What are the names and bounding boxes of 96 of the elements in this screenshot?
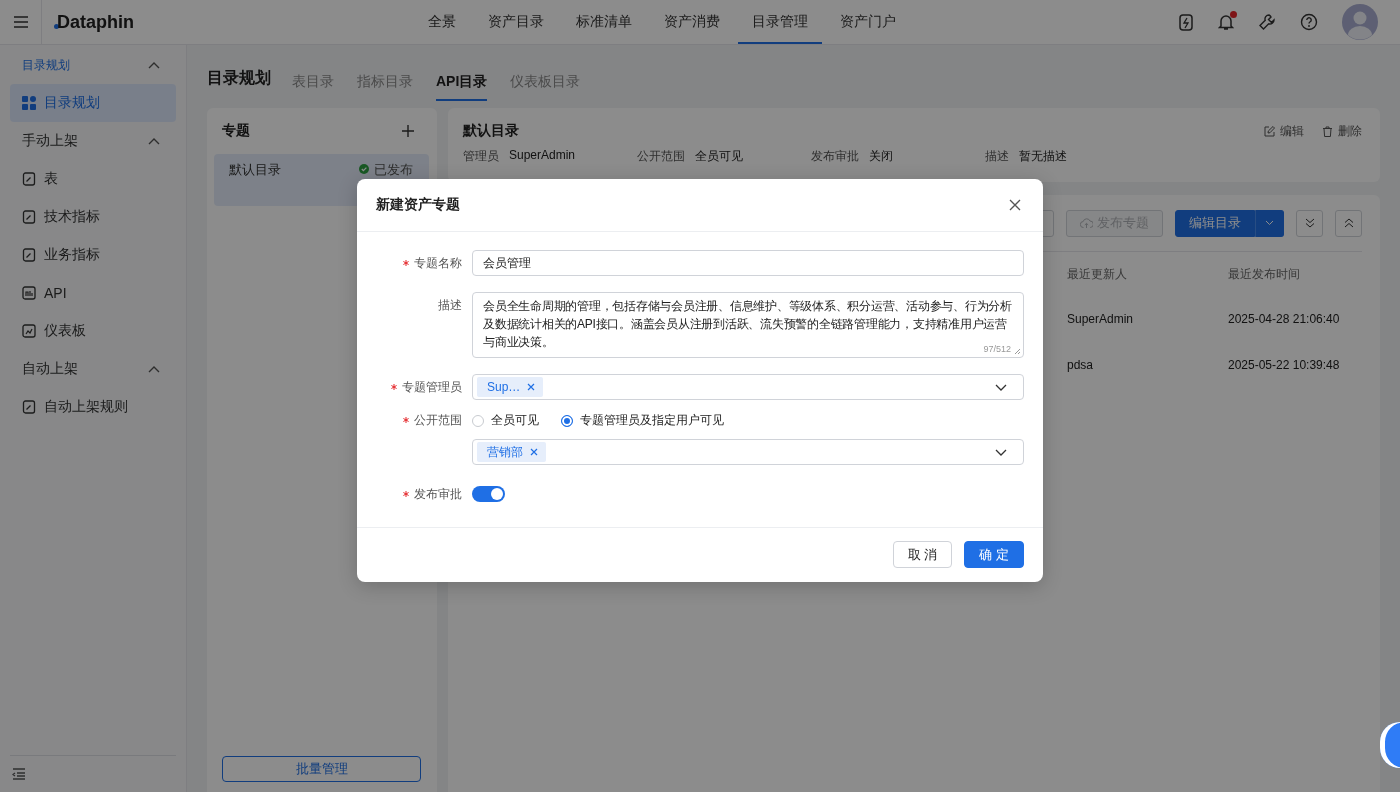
column-header: 最近更新人 — [1067, 265, 1128, 283]
required-mark-icon — [403, 417, 409, 423]
field-value: SuperAdmin — [509, 148, 576, 164]
field-value: 暂无描述 — [1019, 148, 1067, 165]
dashboard-icon — [22, 324, 36, 338]
chevron-icon — [148, 61, 160, 69]
chevron-down-icon — [995, 383, 1007, 391]
radio-option[interactable]: 全员可见 — [472, 412, 539, 429]
document-icon — [22, 210, 36, 224]
edit-catalog-button[interactable]: 编辑目录 — [1175, 209, 1255, 237]
field-label: 专题名称 — [357, 250, 462, 276]
required-mark-icon — [403, 491, 409, 497]
radio-option[interactable]: 专题管理员及指定用户可见 — [561, 412, 724, 429]
nav-tab[interactable]: 资产目录 — [474, 0, 558, 44]
topic-name: 默认目录 — [229, 161, 281, 179]
catalog-title: 默认目录 — [463, 122, 519, 140]
nav-tab[interactable]: 目录管理 — [738, 0, 822, 44]
nav-tab[interactable]: 全景 — [414, 0, 470, 44]
check-circle-icon — [359, 164, 369, 174]
dropdown-button[interactable] — [1255, 209, 1284, 237]
batch-manage-button[interactable]: 批量管理 — [222, 756, 421, 782]
document-icon — [22, 172, 36, 186]
battery-bolt-icon[interactable] — [1178, 13, 1194, 31]
resize-grip-icon — [1014, 348, 1021, 355]
help-icon[interactable] — [1300, 13, 1318, 31]
sidebar-group[interactable]: 目录规划 — [0, 46, 186, 84]
status-label: 已发布 — [374, 161, 413, 179]
table-cell-text: 2025-05-22 10:39:48 — [1228, 358, 1341, 372]
wrench-icon[interactable] — [1258, 13, 1276, 31]
bell-icon[interactable] — [1218, 13, 1234, 31]
manager-select[interactable]: Sup… — [472, 374, 1024, 400]
field-label: 描述 — [437, 297, 462, 314]
trash-icon — [1322, 125, 1333, 137]
sidebar-group[interactable]: 自动上架 — [0, 350, 186, 388]
nav-tab[interactable]: 资产门户 — [826, 0, 910, 44]
table-cell-text: pdsa — [1067, 358, 1095, 372]
sidebar-item[interactable]: API — [10, 274, 176, 312]
approval-toggle[interactable] — [472, 486, 505, 502]
close-icon[interactable] — [1009, 199, 1021, 211]
delete-link[interactable]: 删除 — [1322, 122, 1362, 140]
field-label: 描述 — [985, 148, 1009, 165]
sidebar-item[interactable]: 自动上架规则 — [10, 388, 176, 426]
double-chevron-up-icon — [1343, 218, 1354, 228]
required-mark-icon — [391, 384, 397, 390]
sidebar-item[interactable]: 技术指标 — [10, 198, 176, 236]
field-label: 发布审批 — [811, 148, 859, 165]
expand-all-button[interactable] — [1296, 209, 1323, 237]
field-label: 管理员 — [463, 148, 499, 165]
field-label: 公开范围 — [357, 412, 462, 428]
description-textarea[interactable]: 会员全生命周期的管理，包括存储与会员注册、信息维护、等级体系、积分运营、活动参与、行为分析及数据统计相关的API接口。涵盖会员从注册到活跃、流失预警的全链路管理能力，支持精准用户运营与商业决策。 97/512 — [472, 292, 1024, 358]
page-title: 目录规划 — [207, 68, 271, 88]
name-input[interactable]: 会员管理 — [472, 250, 1024, 276]
user-select[interactable]: 营销部 — [472, 439, 1024, 465]
nav-tab[interactable]: 资产消费 — [650, 0, 734, 44]
sidebar-item[interactable]: 仪表板 — [10, 312, 176, 350]
chevron-down-icon — [995, 448, 1007, 456]
tab[interactable]: 指标目录 — [357, 62, 413, 101]
field-label: 公开范围 — [637, 148, 685, 165]
double-chevron-down-icon — [1304, 218, 1315, 228]
table-cell-text: SuperAdmin — [1067, 312, 1135, 326]
panel-title: 专题 — [222, 122, 250, 140]
chevron-icon — [148, 137, 160, 145]
assistant-button[interactable] — [1380, 722, 1400, 768]
edit-link[interactable]: 编辑 — [1264, 122, 1304, 140]
sidebar-item[interactable]: 表 — [10, 160, 176, 198]
cancel-button[interactable]: 取 消 — [892, 541, 953, 568]
tag: Sup… — [477, 377, 544, 397]
plus-icon[interactable] — [402, 125, 414, 137]
remove-icon[interactable] — [527, 383, 536, 391]
table-cell-text: 2025-04-28 21:06:40 — [1228, 312, 1341, 326]
remove-icon[interactable] — [530, 448, 538, 456]
edit-icon — [1264, 125, 1275, 137]
field-value: 关闭 — [869, 148, 893, 165]
sidebar-group[interactable]: 手动上架 — [0, 122, 186, 160]
sidebar-item[interactable]: 目录规划 — [10, 84, 176, 122]
chevron-icon — [148, 365, 160, 373]
document-icon — [22, 248, 36, 262]
tag: 营销部 — [477, 442, 546, 462]
brand-logo[interactable]: Dataphin — [57, 11, 134, 33]
cloud-upload-icon — [1080, 217, 1093, 229]
collapse-icon[interactable] — [12, 767, 26, 781]
field-value: 全员可见 — [695, 148, 743, 165]
field-label: 发布审批 — [357, 481, 462, 507]
tab[interactable]: API目录 — [436, 62, 488, 101]
api-icon — [22, 286, 36, 300]
grid-icon — [22, 96, 36, 110]
ok-button[interactable]: 确 定 — [964, 541, 1024, 568]
menu-icon[interactable] — [13, 15, 29, 29]
document-icon — [22, 400, 36, 414]
collapse-all-button[interactable] — [1335, 209, 1362, 237]
field-label: 专题管理员 — [357, 374, 462, 400]
required-mark-icon — [403, 260, 409, 266]
caret-icon — [1265, 220, 1274, 226]
column-header: 最近发布时间 — [1228, 265, 1301, 283]
sidebar-item[interactable]: 业务指标 — [10, 236, 176, 274]
nav-tab[interactable]: 标准清单 — [562, 0, 646, 44]
